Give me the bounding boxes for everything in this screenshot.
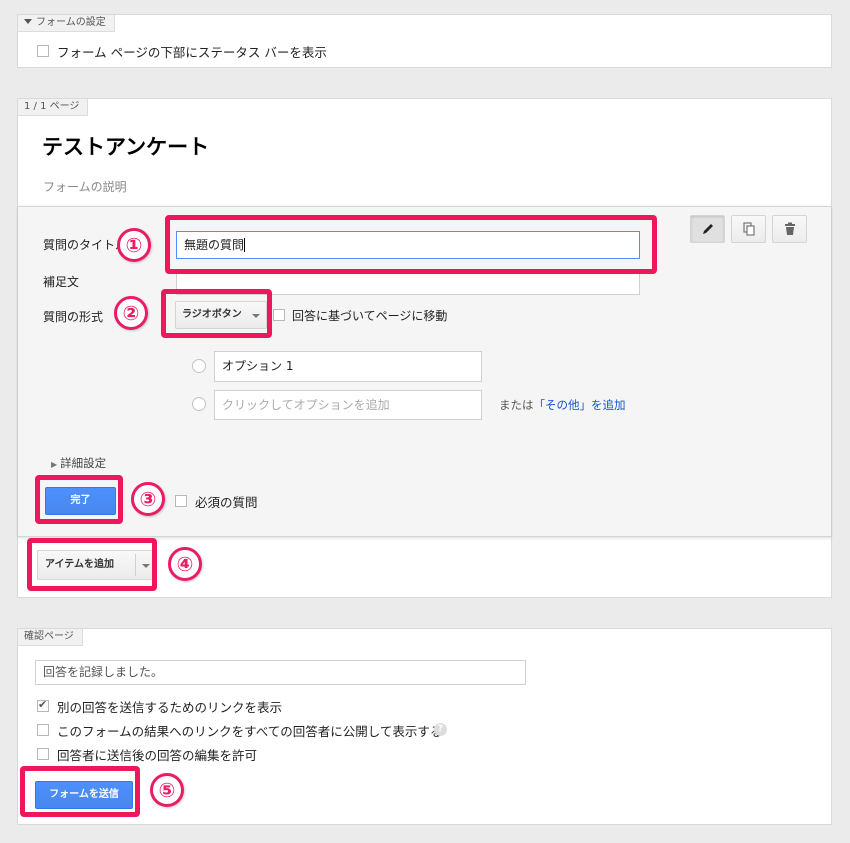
question-title-label: 質問のタイトル — [43, 238, 128, 252]
add-other-link[interactable]: 「その他」を追加 — [534, 398, 626, 412]
go-to-page-label: 回答に基づいてページに移動 — [292, 309, 448, 323]
send-another-label: 別の回答を送信するためのリンクを表示 — [57, 700, 283, 715]
pencil-icon — [702, 224, 713, 234]
allow-edit-label: 回答者に送信後の回答の編集を許可 — [57, 748, 258, 763]
add-option-placeholder: クリックしてオプションを追加 — [222, 398, 390, 412]
confirmation-message: 回答を記録しました。 — [43, 665, 164, 679]
highlight-add-item — [27, 538, 157, 591]
page-tab: 1 / 1 ページ — [18, 99, 89, 116]
publish-results-checkbox[interactable] — [37, 724, 49, 736]
copy-icon — [742, 222, 755, 236]
send-another-checkbox[interactable] — [37, 698, 49, 712]
or-text: または — [499, 398, 534, 412]
form-description[interactable]: フォームの説明 — [43, 178, 127, 195]
form-settings-header-label: フォームの設定 — [36, 17, 106, 28]
publish-results-label: このフォームの結果へのリンクをすべての回答者に公開して表示する — [57, 724, 443, 739]
collapse-triangle-icon — [24, 19, 32, 24]
form-settings-header[interactable]: フォームの設定 — [18, 15, 115, 32]
trash-icon — [784, 222, 795, 235]
add-option-radio — [192, 397, 206, 411]
help-text-label: 補足文 — [43, 275, 80, 289]
highlight-send-form — [20, 766, 140, 817]
add-other-line: または「その他」を追加 — [499, 397, 626, 413]
question-type-label: 質問の形式 — [43, 310, 104, 324]
help-icon[interactable]: ? — [434, 723, 447, 736]
page-panel: 1 / 1 ページ テストアンケート フォームの説明 質問のタイトル 無題の質問… — [17, 98, 832, 598]
option-1-value: オプション 1 — [222, 359, 294, 373]
required-checkbox[interactable] — [175, 495, 187, 507]
highlight-question-type — [161, 289, 272, 338]
option-1-input[interactable]: オプション 1 — [214, 351, 482, 382]
go-to-page-checkbox[interactable] — [273, 309, 285, 321]
duplicate-button[interactable] — [731, 215, 766, 243]
callout-3: ③ — [131, 482, 165, 516]
confirmation-message-input[interactable]: 回答を記録しました。 — [35, 660, 526, 685]
show-progress-checkbox[interactable] — [37, 45, 49, 57]
highlight-done-button — [35, 475, 123, 524]
highlight-question-title — [165, 215, 657, 274]
callout-2: ② — [114, 296, 148, 330]
advanced-settings-toggle[interactable]: ▶ 詳細設定 — [51, 455, 106, 471]
show-progress-label: フォーム ページの下部にステータス バーを表示 — [57, 45, 327, 60]
option-1-radio — [192, 359, 206, 373]
add-option-input[interactable]: クリックしてオプションを追加 — [214, 390, 482, 420]
advanced-settings-label: 詳細設定 — [60, 456, 107, 470]
confirmation-tab: 確認ページ — [18, 629, 83, 646]
expand-triangle-icon: ▶ — [51, 460, 58, 469]
edit-button[interactable] — [690, 215, 725, 243]
callout-5: ⑤ — [150, 773, 184, 807]
allow-edit-checkbox[interactable] — [37, 748, 49, 760]
form-title[interactable]: テストアンケート — [42, 131, 209, 161]
required-label: 必須の質問 — [195, 495, 258, 510]
delete-button[interactable] — [772, 215, 807, 243]
callout-1: ① — [117, 228, 151, 262]
callout-4: ④ — [168, 547, 202, 581]
form-settings-panel: フォームの設定 フォーム ページの下部にステータス バーを表示 — [17, 14, 832, 68]
